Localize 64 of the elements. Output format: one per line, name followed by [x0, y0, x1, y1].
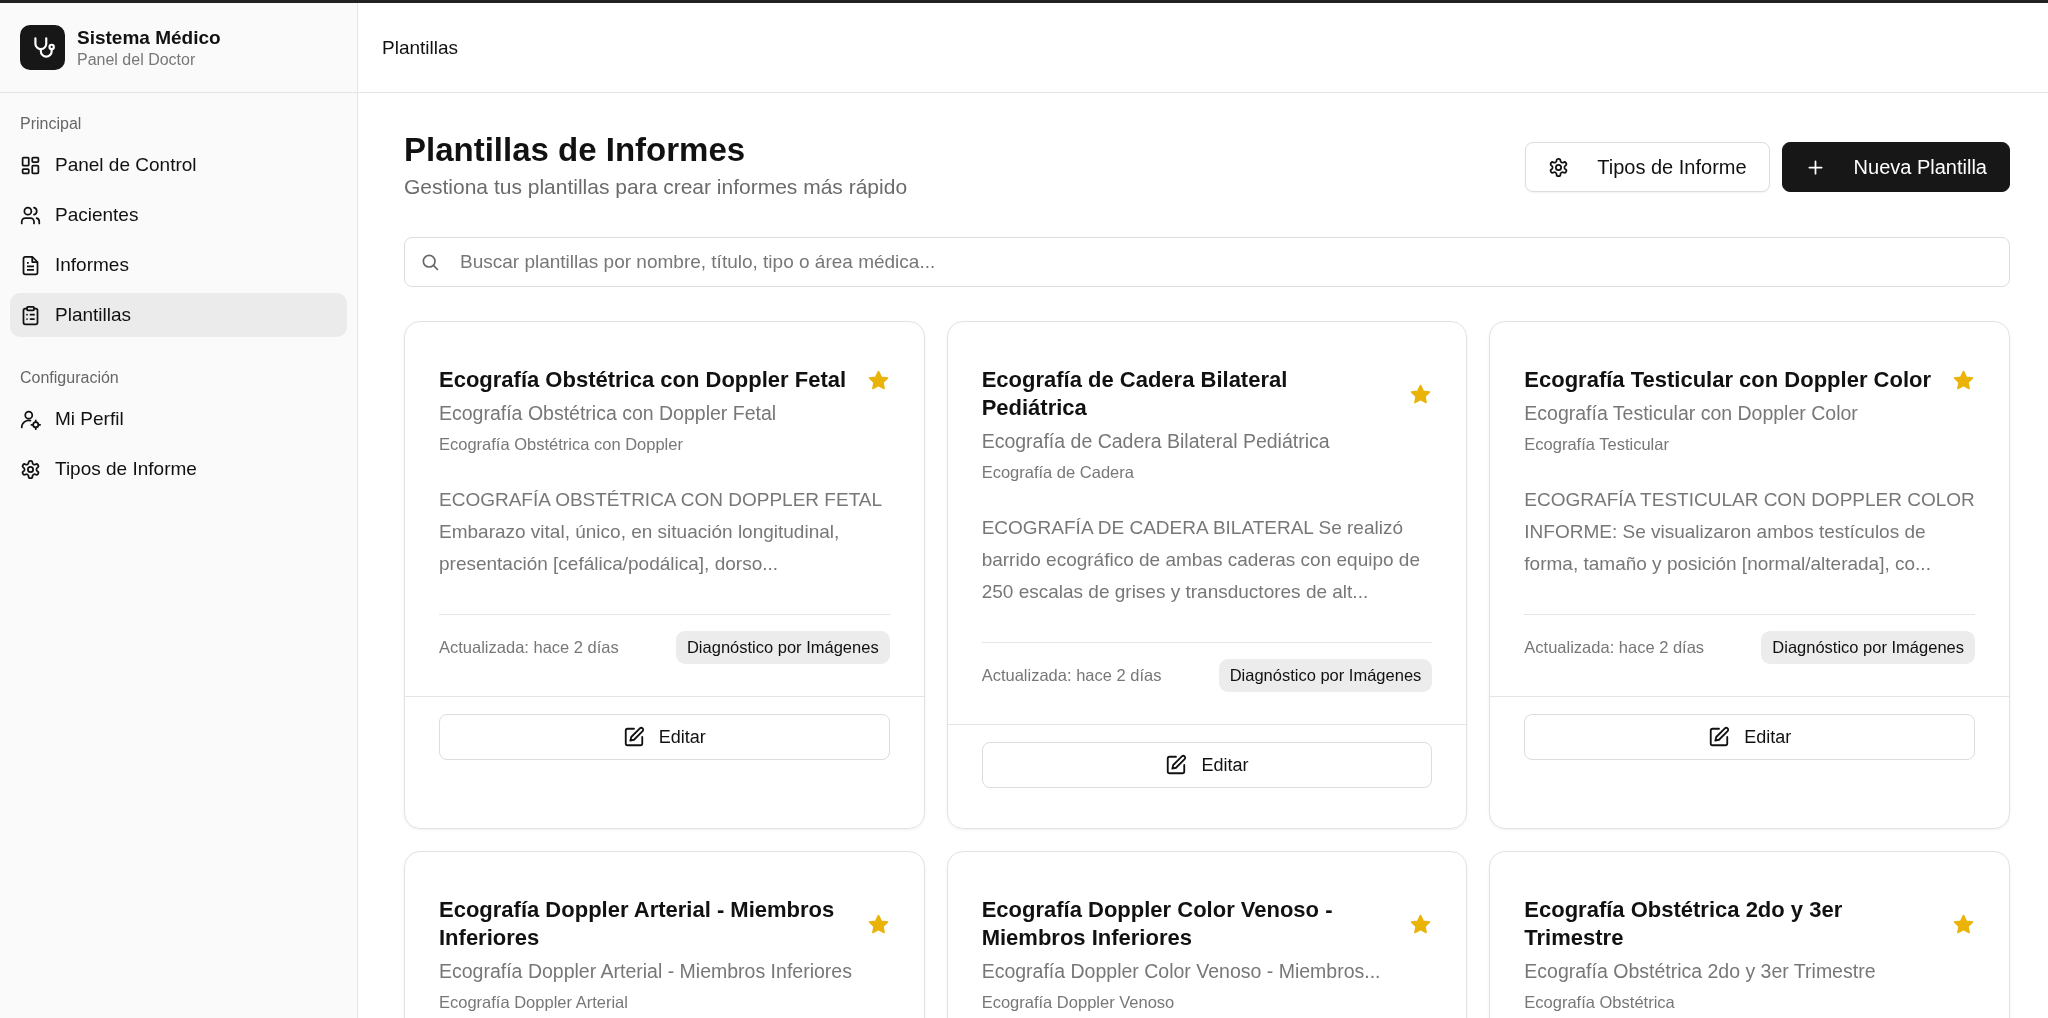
edit-icon [1165, 754, 1188, 776]
edit-icon [622, 726, 645, 748]
clipboard-list-icon [20, 304, 41, 326]
breadcrumb: Plantillas [382, 36, 459, 59]
page-subtitle: Gestiona tus plantillas para crear informes más rápido [404, 175, 908, 199]
template-type: Ecografía Doppler Arterial [439, 993, 629, 1012]
star-icon[interactable] [1952, 368, 1975, 392]
template-type: Ecografía de Cadera [981, 463, 1135, 482]
template-title: Ecografía Doppler Color Venoso - Miembros Inferiores [981, 896, 1334, 952]
template-type: Ecografía Doppler Venoso [981, 993, 1176, 1012]
star-icon[interactable] [866, 912, 890, 936]
nav-item[interactable]: Tipos de Informe [10, 447, 347, 491]
page-title: Plantillas de Informes [404, 131, 747, 169]
section-label: Configuración [19, 369, 120, 388]
template-type: Ecografía Obstétrica con Doppler [439, 435, 684, 454]
user-gear-icon [20, 408, 41, 430]
nav-item[interactable]: Mi Perfil [10, 397, 347, 441]
edit-icon [1708, 726, 1731, 748]
star-icon[interactable] [1409, 912, 1433, 936]
area-tag: Diagnóstico por Imágenes [675, 631, 890, 664]
template-title: Ecografía de Cadera Bilateral Pediátrica [981, 366, 1289, 422]
template-title: Ecografía Testicular con Doppler Color [1524, 366, 1931, 394]
template-preview: ECOGRAFÍA DE CADERA BILATERAL Se realizó barrido ecográfico de ambas caderas con equipo de 250 escalas de grises y transductores de alt... [981, 516, 1421, 604]
template-subtitle: Ecografía Doppler Arterial - Miembros Inferiores [439, 960, 853, 983]
nav-item[interactable]: Plantillas [10, 293, 347, 337]
template-type: Ecografía Obstétrica [1524, 993, 1676, 1012]
template-subtitle: Ecografía Obstétrica con Doppler Fetal [439, 402, 778, 425]
template-title: Ecografía Obstétrica 2do y 3er Trimestre [1524, 896, 1844, 952]
document-icon [20, 254, 41, 276]
users-icon [20, 204, 41, 226]
nav-item[interactable]: Informes [10, 243, 347, 287]
template-preview: ECOGRAFÍA TESTICULAR CON DOPPLER COLOR INFORME: Se visualizaron ambos testículos de forma, tamaño y posición [normal/alterada], co... [1524, 488, 1975, 576]
template-subtitle: Ecografía Testicular con Doppler Color [1524, 402, 1859, 425]
template-subtitle: Ecografía Obstétrica 2do y 3er Trimestre [1524, 960, 1877, 983]
template-title: Ecografía Obstétrica con Doppler Fetal [439, 366, 847, 394]
template-preview: ECOGRAFÍA OBSTÉTRICA CON DOPPLER FETAL Embarazo vital, único, en situación longitudinal, presentación [cefálica/podálica], dorso... [439, 488, 883, 576]
area-tag: Diagnóstico por Imágenes [1218, 659, 1433, 692]
settings-icon [20, 458, 41, 480]
app-subtitle: Panel del Doctor [77, 50, 197, 69]
template-subtitle: Ecografía de Cadera Bilateral Pediátrica [981, 430, 1331, 453]
updated-date: Actualizada: hace 2 días [981, 666, 1162, 685]
nav-item[interactable]: Panel de Control [10, 143, 347, 187]
star-icon[interactable] [866, 368, 890, 392]
search-field[interactable]: Buscar plantillas por nombre, título, tipo o área médica... [404, 237, 2010, 287]
app-title: Sistema Médico [77, 26, 221, 49]
edit-button[interactable]: Editar [439, 714, 890, 760]
star-icon[interactable] [1952, 912, 1975, 936]
section-label: Principal [19, 115, 83, 134]
template-title: Ecografía Doppler Arterial - Miembros Inferiores [439, 896, 836, 952]
nav-item[interactable]: Pacientes [10, 193, 347, 237]
report-types-button[interactable]: Tipos de Informe [1525, 142, 1770, 192]
search-icon [420, 252, 440, 272]
settings-icon [1548, 156, 1570, 178]
new-template-button[interactable]: Nueva Plantilla [1781, 142, 2010, 192]
area-tag: Diagnóstico por Imágenes [1761, 631, 1975, 664]
edit-button[interactable]: Editar [981, 742, 1433, 788]
dashboard-icon [20, 154, 41, 176]
edit-button[interactable]: Editar [1524, 714, 1975, 760]
updated-date: Actualizada: hace 2 días [439, 638, 619, 657]
template-type: Ecografía Testicular [1524, 435, 1670, 454]
star-icon[interactable] [1409, 382, 1433, 406]
template-subtitle: Ecografía Doppler Color Venoso - Miembros... [981, 960, 1382, 983]
stethoscope-logo-icon [20, 25, 65, 70]
updated-date: Actualizada: hace 2 días [1524, 638, 1705, 657]
